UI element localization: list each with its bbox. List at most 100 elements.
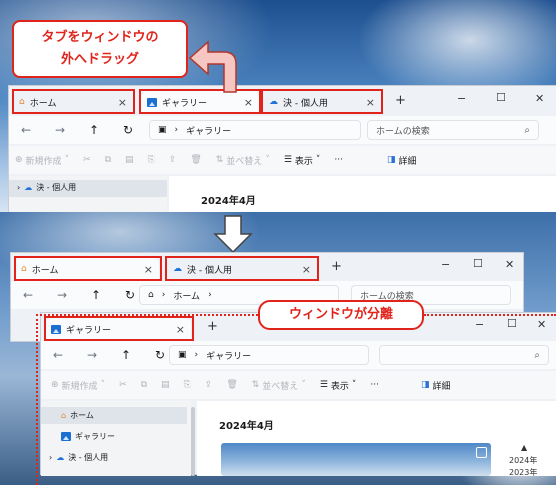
tab-label: ギャラリー (66, 325, 112, 336)
callout-line: タブをウィンドウの (41, 30, 159, 45)
back-arrow-icon[interactable]: ← (9, 123, 43, 137)
tab-home[interactable]: ⌂ ホーム × (13, 91, 133, 113)
tab-label: ホーム (29, 98, 57, 109)
maximize-button[interactable]: ☐ (496, 91, 506, 104)
refresh-icon[interactable]: ↻ (111, 123, 145, 137)
close-tab-icon[interactable]: × (302, 263, 311, 276)
sort-button[interactable]: ⇅ 並べ替え ˅ (216, 154, 270, 167)
forward-arrow-icon[interactable]: → (45, 288, 79, 302)
nav-item-label: ホーム (70, 411, 94, 420)
tab-gallery[interactable]: ギャラリー × (45, 318, 191, 340)
view-button[interactable]: ☰ 表示 ˅ (320, 379, 357, 392)
nav-item-personal[interactable]: › ☁ 決 - 個人用 (17, 182, 76, 193)
close-tab-icon[interactable]: × (244, 96, 253, 109)
address-row: ← → ↑ ↻ ▣ › ギャラリー ホームの検索 ⌕ (9, 116, 556, 144)
nav-item-label: 決 - 個人用 (68, 453, 109, 462)
paste-icon[interactable]: ▤ (125, 155, 134, 165)
close-window-button[interactable]: ✕ (537, 318, 546, 331)
breadcrumb-chevron-icon: › (174, 125, 179, 135)
timeline-year[interactable]: 2023年 (509, 467, 537, 478)
forward-arrow-icon[interactable]: → (75, 348, 109, 362)
drag-instruction-callout: タブをウィンドウの 外へドラッグ (12, 20, 188, 78)
cut-icon[interactable]: ✂ (119, 380, 127, 390)
details-button[interactable]: ◨ 詳細 (387, 154, 417, 167)
close-tab-icon[interactable]: × (366, 96, 375, 109)
tab-strip: ⌂ ホーム × ギャラリー × ☁ 決 - 個人用 × + − ☐ ✕ (9, 86, 556, 116)
copy-icon[interactable]: ⧉ (105, 155, 111, 165)
more-button[interactable]: ··· (334, 155, 343, 165)
view-label: 表示 (294, 156, 313, 167)
new-tab-button[interactable]: + (207, 319, 218, 334)
details-icon: ◨ (387, 155, 396, 165)
address-row: ← → ↑ ↻ ▣ › ギャラリー ⌕ (41, 341, 556, 369)
cut-icon[interactable]: ✂ (83, 155, 91, 165)
up-arrow-icon[interactable]: ↑ (109, 348, 143, 362)
back-arrow-icon[interactable]: ← (41, 348, 75, 362)
select-checkbox[interactable] (476, 447, 487, 458)
home-icon: ⌂ (21, 264, 27, 274)
drag-arrow-icon (188, 40, 237, 93)
delete-icon[interactable]: 🗑 (190, 155, 201, 165)
rename-icon[interactable]: ⎘ (148, 155, 155, 165)
minimize-button[interactable]: − (475, 318, 484, 331)
new-tab-button[interactable]: + (395, 93, 406, 108)
close-window-button[interactable]: ✕ (535, 92, 544, 105)
back-arrow-icon[interactable]: ← (11, 288, 45, 302)
nav-scrollbar[interactable] (191, 407, 195, 476)
timeline-year[interactable]: 2024年 (509, 455, 537, 466)
nav-item-home[interactable]: ⌂ ホーム (61, 410, 94, 421)
tab-home[interactable]: ⌂ ホーム × (15, 258, 159, 280)
tab-personal[interactable]: ☁ 決 - 個人用 × (263, 91, 381, 113)
tab-label: 決 - 個人用 (187, 265, 232, 276)
search-input[interactable]: ⌕ (379, 345, 549, 365)
command-bar: ⊕ 新規作成 ˅ ✂ ⧉ ▤ ⎘ ⇪ 🗑 ⇅ 並べ替え ˅ ☰ 表示 ˅ ···… (41, 371, 556, 399)
search-input[interactable]: ホームの検索 ⌕ (367, 120, 539, 140)
maximize-button[interactable]: ☐ (507, 317, 517, 330)
callout-line: 外へドラッグ (60, 52, 139, 67)
home-icon: ⌂ (61, 411, 67, 420)
search-icon: ⌕ (524, 124, 530, 136)
explorer-window-top: ⌂ ホーム × ギャラリー × ☁ 決 - 個人用 × + − ☐ ✕ ← → … (8, 85, 556, 213)
paste-icon[interactable]: ▤ (161, 380, 170, 390)
new-button[interactable]: ⊕ 新規作成 ˅ (51, 379, 105, 392)
details-icon: ◨ (421, 380, 430, 390)
cloud-icon: ☁ (56, 453, 65, 462)
share-icon[interactable]: ⇪ (169, 155, 177, 165)
address-bar[interactable]: ▣ › ギャラリー (169, 345, 369, 365)
gallery-location-icon: ▣ (158, 125, 167, 135)
nav-item-personal[interactable]: › ☁ 決 - 個人用 (49, 452, 108, 463)
details-button[interactable]: ◨ 詳細 (421, 379, 451, 392)
tab-personal[interactable]: ☁ 決 - 個人用 × (167, 258, 317, 280)
address-bar[interactable]: ▣ › ギャラリー (149, 120, 361, 140)
tab-label: ホーム (31, 265, 59, 276)
more-button[interactable]: ··· (370, 380, 379, 390)
expand-chevron-icon: › (49, 453, 53, 462)
rename-icon[interactable]: ⎘ (184, 380, 191, 390)
minimize-button[interactable]: − (457, 92, 466, 105)
share-icon[interactable]: ⇪ (205, 380, 213, 390)
content-pane: 2024年4月 (169, 176, 556, 213)
new-tab-button[interactable]: + (331, 259, 342, 274)
gallery-icon (51, 324, 61, 334)
sort-button[interactable]: ⇅ 並べ替え ˅ (252, 379, 306, 392)
close-tab-icon[interactable]: × (176, 323, 185, 336)
maximize-button[interactable]: ☐ (473, 257, 483, 270)
details-label: 詳細 (432, 381, 451, 392)
breadcrumb-chevron-icon: › (208, 290, 212, 300)
nav-item-label: ギャラリー (75, 432, 115, 441)
close-tab-icon[interactable]: × (118, 96, 127, 109)
delete-icon[interactable]: 🗑 (226, 380, 237, 390)
up-arrow-icon[interactable]: ↑ (79, 288, 113, 302)
copy-icon[interactable]: ⧉ (141, 380, 147, 390)
up-arrow-icon[interactable]: ↑ (77, 123, 111, 137)
new-label: 新規作成 (61, 381, 98, 392)
close-window-button[interactable]: ✕ (505, 258, 514, 271)
separated-window-guide (424, 314, 556, 316)
new-button[interactable]: ⊕ 新規作成 ˅ (15, 154, 69, 167)
close-tab-icon[interactable]: × (144, 263, 153, 276)
forward-arrow-icon[interactable]: → (43, 123, 77, 137)
photo-thumbnail[interactable] (221, 443, 491, 476)
view-button[interactable]: ☰ 表示 ˅ (284, 154, 321, 167)
nav-item-gallery[interactable]: ギャラリー (61, 431, 115, 442)
minimize-button[interactable]: − (441, 258, 450, 271)
